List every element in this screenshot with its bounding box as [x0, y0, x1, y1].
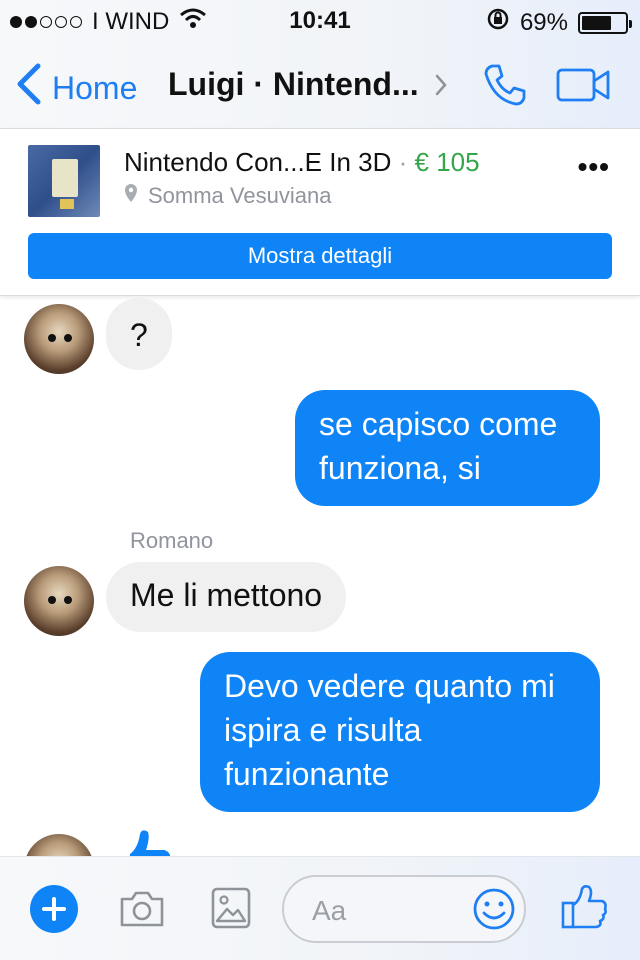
status-bar: I WIND 10:41 69% — [0, 0, 640, 40]
listing-title: Nintendo Con...E In 3D — [124, 147, 392, 177]
message-bubble-incoming[interactable]: ? — [106, 298, 172, 370]
image-gallery-icon[interactable] — [211, 887, 251, 934]
sender-name: Romano — [130, 528, 214, 553]
back-label: Home — [52, 69, 138, 106]
rotation-lock-icon — [486, 7, 510, 38]
listing-title-row: Nintendo Con...E In 3D · € 105 — [124, 147, 480, 178]
message-input[interactable]: Aa — [282, 875, 526, 943]
listing-location: Somma Vesuviana — [148, 183, 332, 208]
nav-bar: Home Luigi · Nintend... — [0, 40, 640, 128]
listing-price: € 105 — [414, 147, 480, 177]
message-bubble-outgoing[interactable]: Devo vedere quanto mi ispira e risulta f… — [200, 652, 600, 812]
thumbs-up-icon[interactable] — [560, 885, 608, 934]
back-button[interactable]: Home — [14, 62, 137, 114]
battery-icon — [578, 11, 632, 34]
emoji-icon[interactable] — [472, 887, 516, 936]
location-pin-icon — [124, 183, 138, 209]
more-options-button[interactable]: ••• — [578, 151, 610, 183]
conversation-title[interactable]: Luigi · Nintend... — [168, 66, 428, 103]
camera-icon[interactable] — [118, 889, 166, 934]
message-composer: Aa — [0, 856, 640, 960]
listing-location-row: Somma Vesuviana — [124, 183, 331, 209]
video-call-icon[interactable] — [556, 68, 610, 107]
battery-level — [582, 15, 611, 30]
plus-icon[interactable] — [30, 885, 78, 933]
message-bubble-incoming[interactable]: Me li mettono — [106, 562, 347, 632]
chevron-right-icon[interactable] — [434, 74, 448, 101]
message-bubble-outgoing[interactable]: se capisco come funziona, si — [295, 390, 600, 506]
phone-call-icon[interactable] — [482, 62, 528, 113]
avatar[interactable] — [24, 566, 94, 636]
battery-percent: 69% — [519, 8, 568, 36]
show-details-button[interactable]: Mostra dettagli — [28, 233, 612, 279]
listing-thumbnail[interactable] — [28, 145, 100, 217]
chevron-left-icon — [14, 62, 42, 114]
status-right: 69% — [486, 7, 632, 38]
listing-separator: · — [398, 147, 408, 177]
avatar[interactable] — [24, 304, 94, 374]
marketplace-listing-card: Nintendo Con...E In 3D · € 105 Somma Ves… — [0, 128, 640, 296]
message-input-placeholder: Aa — [312, 895, 347, 926]
